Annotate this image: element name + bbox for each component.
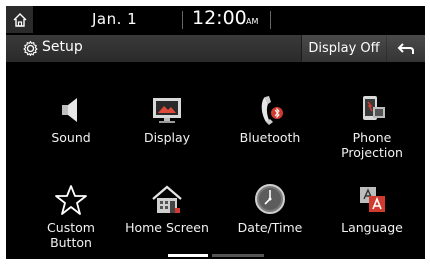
back-arrow-icon <box>397 42 414 54</box>
menu-item-display[interactable]: Display <box>119 86 215 172</box>
menu-item-label: Date/Time <box>237 220 303 235</box>
head-unit-screen: Jan. 1 12:00 AM Setup Display Off Sound <box>6 6 425 259</box>
menu-item-sound[interactable]: Sound <box>23 86 119 172</box>
menu-item-label: Phone Projection <box>341 130 403 160</box>
menu-item-custom-button[interactable]: Custom Button <box>23 176 119 259</box>
title-bar: Setup Display Off <box>6 35 425 62</box>
page-title: Setup <box>42 39 83 55</box>
gear-icon <box>23 40 38 57</box>
phone-projection-icon <box>363 96 385 120</box>
page-indicator-inactive <box>212 254 264 257</box>
status-divider-end <box>270 11 271 29</box>
menu-item-label: Bluetooth <box>239 130 301 145</box>
status-divider <box>182 11 183 29</box>
home-icon <box>13 12 26 27</box>
page-indicator-active <box>168 254 208 257</box>
status-date: Jan. 1 <box>92 10 138 28</box>
menu-item-bluetooth[interactable]: Bluetooth <box>222 86 318 172</box>
star-icon <box>55 185 87 215</box>
menu-item-language[interactable]: Language <box>324 176 420 259</box>
menu-item-label: Sound <box>51 130 91 145</box>
speaker-icon <box>62 98 77 122</box>
status-ampm: AM <box>246 17 259 26</box>
home-button[interactable] <box>6 6 33 33</box>
clock-icon <box>255 184 285 214</box>
home-screen-icon <box>152 185 182 213</box>
display-off-button[interactable]: Display Off <box>301 35 386 62</box>
menu-item-label: Home Screen <box>125 220 209 235</box>
menu-item-label: Display <box>143 130 191 145</box>
menu-item-home-screen[interactable]: Home Screen <box>119 176 215 259</box>
language-icon <box>360 187 385 212</box>
menu-item-label: Language <box>341 220 403 235</box>
status-bar: Jan. 1 12:00 AM <box>6 6 425 34</box>
display-icon <box>153 98 181 123</box>
menu-item-date-time[interactable]: Date/Time <box>222 176 318 259</box>
bluetooth-phone-icon <box>261 96 283 125</box>
menu-item-label: Custom Button <box>47 220 95 250</box>
back-button[interactable] <box>387 35 425 62</box>
status-time: 12:00 <box>192 7 247 29</box>
menu-item-phone-projection[interactable]: Phone Projection <box>324 86 420 172</box>
